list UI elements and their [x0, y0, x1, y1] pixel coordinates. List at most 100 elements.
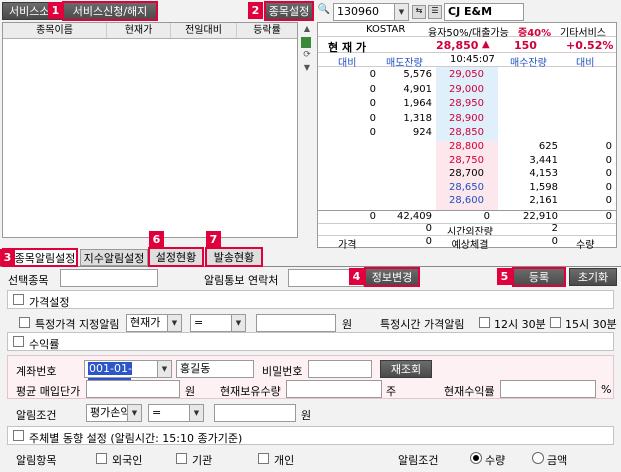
- bid-diff: 0: [605, 141, 612, 152]
- amount-radio[interactable]: [532, 452, 544, 464]
- bid-price[interactable]: 28,750: [438, 155, 484, 166]
- info-row: KOSTAR 융자50%/대출가능 증40% 기타서비스: [318, 23, 616, 39]
- col-current-price[interactable]: 현재가: [107, 23, 171, 38]
- tab-send-status[interactable]: 발송현황: [205, 247, 263, 267]
- cond-operator-select[interactable]: = ▼: [148, 404, 204, 422]
- institution-label: 기관: [192, 454, 213, 467]
- foreign-label: 외국인: [112, 454, 143, 467]
- current-price: 28,850: [436, 39, 479, 52]
- amount-radio-label: 금액: [547, 454, 568, 467]
- expected-qty-label: 수량: [576, 240, 595, 251]
- excel-icon[interactable]: [301, 37, 311, 48]
- cond2-label: 알림조건: [398, 454, 439, 467]
- requery-button[interactable]: 재조회: [380, 360, 432, 378]
- tab-setting-status[interactable]: 설정현황: [148, 247, 204, 267]
- holding-input[interactable]: [286, 380, 382, 398]
- owner-field: 홍길동: [176, 360, 254, 378]
- chevron-down-icon: ▼: [231, 315, 245, 331]
- bid-diff: 0: [605, 195, 612, 206]
- ask-price[interactable]: 29,050: [438, 69, 484, 80]
- tab-index-alert[interactable]: 지수알림설정: [80, 249, 148, 266]
- up-arrow-icon[interactable]: ▲: [301, 24, 313, 35]
- current-yield-label: 현재수익률: [444, 385, 495, 398]
- bid-qty: 4,153: [529, 168, 558, 179]
- bid-qty: 2,161: [529, 195, 558, 206]
- ask-price[interactable]: 29,000: [438, 84, 484, 95]
- price-section-checkbox[interactable]: [13, 294, 24, 305]
- ask-diff: 0: [369, 69, 376, 80]
- bid-diff: 0: [605, 181, 612, 193]
- ask-price[interactable]: 28,900: [438, 113, 484, 124]
- ask-price[interactable]: 28,850: [438, 127, 484, 138]
- col-ask-diff: 대비: [338, 58, 357, 69]
- reset-button[interactable]: 초기화: [569, 268, 617, 286]
- time2-label: 15시 30분: [565, 318, 617, 331]
- bid-price[interactable]: 28,650: [438, 182, 484, 193]
- register-button[interactable]: 등록: [512, 267, 566, 287]
- col-prev-diff[interactable]: 전일대비: [171, 23, 237, 38]
- bid-qty: 625: [538, 141, 558, 152]
- orderbook-header: 대비 매도잔량 10:45:07 매수잔량 대비: [318, 53, 616, 69]
- bid-price[interactable]: 28,700: [438, 168, 484, 179]
- time1-checkbox[interactable]: [479, 317, 490, 328]
- account-select[interactable]: 001-01-162923▼: [84, 360, 172, 391]
- price-row: 현 재 가 28,850 ▲ 150 +0.52%: [318, 37, 616, 54]
- change-percent: +0.52%: [566, 39, 614, 52]
- total-ask-diff: 0: [369, 211, 376, 222]
- watchlist-panel: 종목이름 현재가 전일대비 등락률: [2, 22, 298, 238]
- market-label: KOSTAR: [366, 24, 406, 35]
- password-input[interactable]: [308, 360, 372, 378]
- refresh-icon[interactable]: ⟳: [301, 50, 313, 61]
- stock-search-icon[interactable]: ⇆: [412, 5, 426, 19]
- avg-price-label: 평균 매입단가: [16, 385, 81, 398]
- cond-type-select[interactable]: 평가손익 ▼: [86, 404, 142, 422]
- bid-price[interactable]: 28,600: [438, 195, 484, 206]
- down-arrow-icon[interactable]: ▼: [301, 63, 313, 74]
- col-stock-name[interactable]: 종목이름: [3, 23, 107, 38]
- cond-value-input[interactable]: [214, 404, 296, 422]
- bid-diff: 0: [605, 168, 612, 179]
- ask-diff: 0: [369, 112, 376, 124]
- avg-price-input[interactable]: [86, 380, 180, 398]
- search-icon[interactable]: 🔍: [317, 4, 331, 20]
- stock-input[interactable]: [60, 269, 158, 287]
- yield-section-checkbox[interactable]: [13, 336, 24, 347]
- institution-checkbox[interactable]: [176, 453, 187, 464]
- orderbook-panel: KOSTAR 융자50%/대출가능 증40% 기타서비스 현 재 가 28,85…: [317, 22, 617, 251]
- price-type-select[interactable]: 현재가 ▼: [126, 314, 182, 332]
- expected-qty: 0: [551, 236, 558, 247]
- stock-name-field[interactable]: CJ E&M: [444, 3, 524, 21]
- watchlist-header: 종목이름 현재가 전일대비 등락률: [3, 23, 297, 39]
- total-bid-diff: 0: [605, 211, 612, 222]
- bid-price[interactable]: 28,800: [438, 141, 484, 152]
- after-hours-ask: 0: [425, 223, 432, 234]
- stock-lookup-icon[interactable]: ☰: [428, 5, 442, 19]
- service-apply-tab[interactable]: 서비스신청/해지: [62, 1, 158, 21]
- badge-2: 2: [248, 2, 263, 19]
- password-label: 비밀번호: [262, 365, 303, 378]
- price-input[interactable]: [256, 314, 336, 332]
- individual-label: 개인: [274, 454, 295, 467]
- after-hours-bid: 2: [551, 223, 558, 234]
- col-change-rate[interactable]: 등락률: [237, 23, 297, 38]
- ask-price[interactable]: 28,950: [438, 98, 484, 109]
- expected-label: 예상체결: [451, 240, 489, 251]
- current-yield-input[interactable]: [500, 380, 596, 398]
- ask-qty: 4,901: [403, 83, 432, 95]
- expected-price: 0: [425, 236, 432, 247]
- percent-unit: %: [601, 383, 612, 396]
- time2-checkbox[interactable]: [550, 317, 561, 328]
- foreign-checkbox[interactable]: [96, 453, 107, 464]
- qty-radio[interactable]: [470, 452, 482, 464]
- stock-setting-button[interactable]: 종목설정: [264, 1, 314, 21]
- specific-price-checkbox[interactable]: [19, 317, 30, 328]
- info-change-button[interactable]: 정보변경: [364, 267, 420, 287]
- quote-toolbar: 🔍 130960 ▼ ⇆ ☰ CJ E&M: [317, 2, 617, 22]
- operator-select[interactable]: = ▼: [190, 314, 246, 332]
- trend-section-checkbox[interactable]: [13, 430, 24, 441]
- won-unit: 원: [342, 318, 353, 331]
- badge-4: 4: [349, 268, 364, 285]
- stock-code-select[interactable]: 130960 ▼: [333, 3, 409, 21]
- price-section-header: [7, 290, 614, 309]
- individual-checkbox[interactable]: [258, 453, 269, 464]
